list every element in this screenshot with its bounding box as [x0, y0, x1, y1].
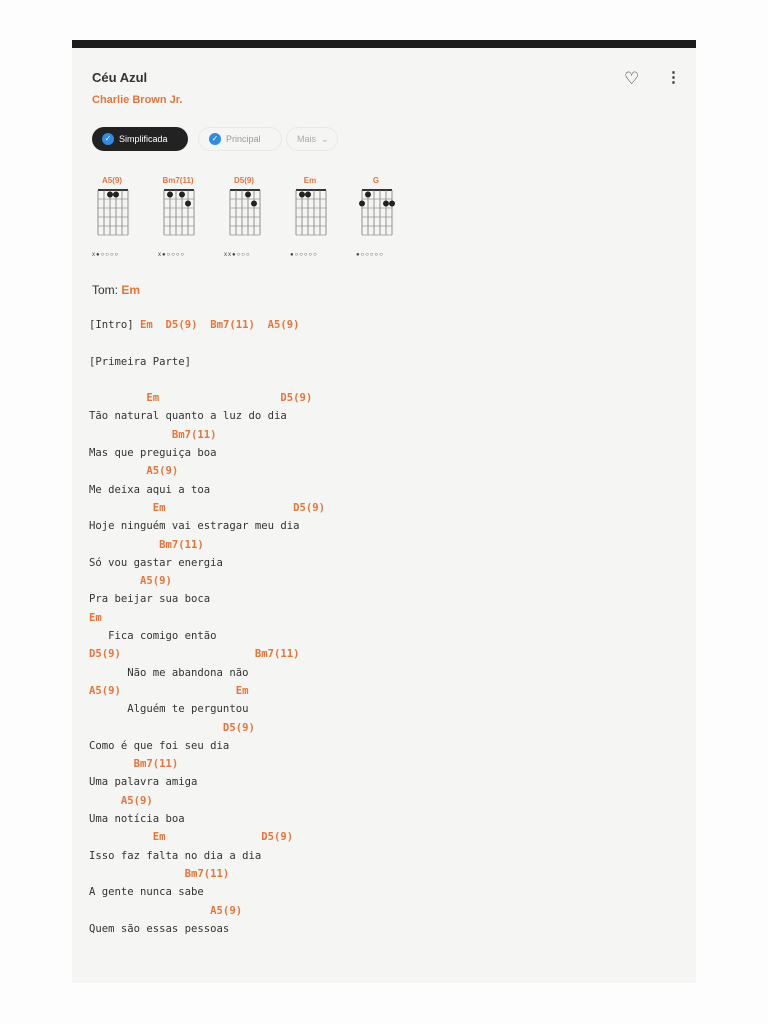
chord-line[interactable]: Bm7(11)	[89, 536, 325, 554]
string-markers: xx●○○○	[224, 252, 251, 258]
string-markers: x●○○○○	[158, 252, 186, 258]
chord-name: Bm7(11)	[162, 176, 194, 185]
finger-dot	[305, 191, 311, 198]
song-screen: Céu Azul Charlie Brown Jr. ♡ ⋮ ✓ Simplif…	[72, 48, 696, 983]
finger-dot	[251, 200, 257, 207]
lyric-line: A gente nunca sabe	[89, 886, 204, 899]
finger-dot	[167, 191, 173, 198]
chord-grid	[163, 189, 195, 236]
lyric-line: Mas que preguiça boa	[89, 447, 217, 460]
finger-dot	[389, 200, 395, 207]
finger-dot	[185, 200, 191, 207]
lyric-line: Uma notícia boa	[89, 813, 185, 826]
chord-diagram[interactable]: Em ●○○○○○	[290, 176, 356, 258]
version-main-button[interactable]: ✓ Principal	[198, 127, 282, 151]
chord-line[interactable]: A5(9)	[89, 792, 325, 810]
finger-dot	[245, 191, 251, 198]
chord-diagrams: A5(9) x●○○○○ Bm7(11) x●○○○○ D5(9) xx●○○○ Em ●○○…	[92, 176, 422, 258]
chord-name: D5(9)	[233, 176, 254, 185]
song-key: Tom: Em	[92, 283, 140, 297]
lyric-line: Fica comigo então	[89, 630, 217, 643]
chord-line[interactable]: Bm7(11)	[89, 865, 325, 883]
lyric-line: Isso faz falta no dia a dia	[89, 849, 262, 862]
more-label: Mais	[297, 134, 317, 144]
lyric-line: Hoje ninguém vai estragar meu dia	[89, 520, 300, 533]
check-icon: ✓	[209, 133, 221, 145]
version-simplified-button[interactable]: ✓ Simplificada	[92, 127, 188, 151]
chord-line[interactable]: D5(9)	[89, 719, 325, 737]
finger-dot	[299, 191, 305, 198]
chord-line[interactable]: A5(9)	[89, 572, 325, 590]
chord-grid	[295, 189, 327, 236]
lyric-line: Me deixa aqui a toa	[89, 483, 211, 496]
heart-outline-icon[interactable]: ♡	[624, 70, 639, 87]
lyric-line: Quem são essas pessoas	[89, 922, 230, 935]
chevron-down-icon: ⌄	[321, 133, 329, 144]
key-value[interactable]: Em	[121, 283, 140, 297]
chord-name: A5(9)	[101, 176, 122, 185]
finger-dot	[113, 191, 119, 198]
status-bar	[72, 40, 696, 48]
intro-label: [Intro]	[89, 319, 134, 331]
chord-line[interactable]: Bm7(11)	[89, 755, 325, 773]
chord-name: G	[372, 176, 380, 185]
intro-line: [Intro] Em D5(9) Bm7(11) A5(9)	[89, 316, 325, 334]
version-label: Simplificada	[119, 134, 168, 144]
lyric-line: Pra beijar sua boca	[89, 593, 211, 606]
chord-grid	[229, 189, 261, 236]
chord-line[interactable]: Em D5(9)	[89, 499, 325, 517]
string-markers: x●○○○○	[92, 252, 120, 258]
string-markers: ●○○○○○	[290, 252, 318, 258]
chord-line[interactable]: Bm7(11)	[89, 426, 325, 444]
chord-diagram[interactable]: D5(9) xx●○○○	[224, 176, 290, 258]
chord-line[interactable]: A5(9)	[89, 902, 325, 920]
chord-line[interactable]: A5(9) Em	[89, 682, 325, 700]
finger-dot	[383, 200, 389, 207]
chord-name: Em	[303, 176, 317, 185]
version-label: Principal	[226, 134, 261, 144]
chord-grid	[97, 189, 129, 236]
finger-dot	[179, 191, 185, 198]
chord-line[interactable]: D5(9) Bm7(11)	[89, 645, 325, 663]
chord-grid	[359, 189, 395, 236]
more-vertical-icon[interactable]: ⋮	[666, 70, 681, 85]
chord-line[interactable]: Em D5(9)	[89, 389, 325, 407]
lyric-line: Uma palavra amiga	[89, 776, 198, 789]
section-label: [Primeira Parte]	[89, 355, 192, 368]
chord-diagram[interactable]: Bm7(11) x●○○○○	[158, 176, 224, 258]
chord-line[interactable]: Em	[89, 609, 325, 627]
lyric-line: Como é que foi seu dia	[89, 739, 230, 752]
chord-sheet: [Intro] Em D5(9) Bm7(11) A5(9) [Primeira…	[89, 316, 325, 938]
finger-dot	[365, 191, 371, 198]
check-icon: ✓	[102, 133, 114, 145]
chord-line[interactable]: A5(9)	[89, 462, 325, 480]
artist-link[interactable]: Charlie Brown Jr.	[92, 94, 182, 106]
string-markers: ●○○○○○	[356, 252, 384, 258]
lyric-line: Alguém te perguntou	[89, 703, 249, 716]
finger-dot	[107, 191, 113, 198]
chord-diagram[interactable]: G ●○○○○○	[356, 176, 422, 258]
lyric-line: Tão natural quanto a luz do dia	[89, 410, 287, 423]
song-title: Céu Azul	[92, 70, 148, 85]
chord-diagram[interactable]: A5(9) x●○○○○	[92, 176, 158, 258]
intro-chords[interactable]: Em D5(9) Bm7(11) A5(9)	[140, 319, 299, 331]
chord-line[interactable]: Em D5(9)	[89, 828, 325, 846]
lyric-line: Só vou gastar energia	[89, 556, 223, 569]
more-versions-dropdown[interactable]: Mais ⌄	[286, 127, 338, 151]
finger-dot	[359, 200, 365, 207]
key-label: Tom:	[92, 283, 119, 297]
lyric-line: Não me abandona não	[89, 666, 249, 679]
